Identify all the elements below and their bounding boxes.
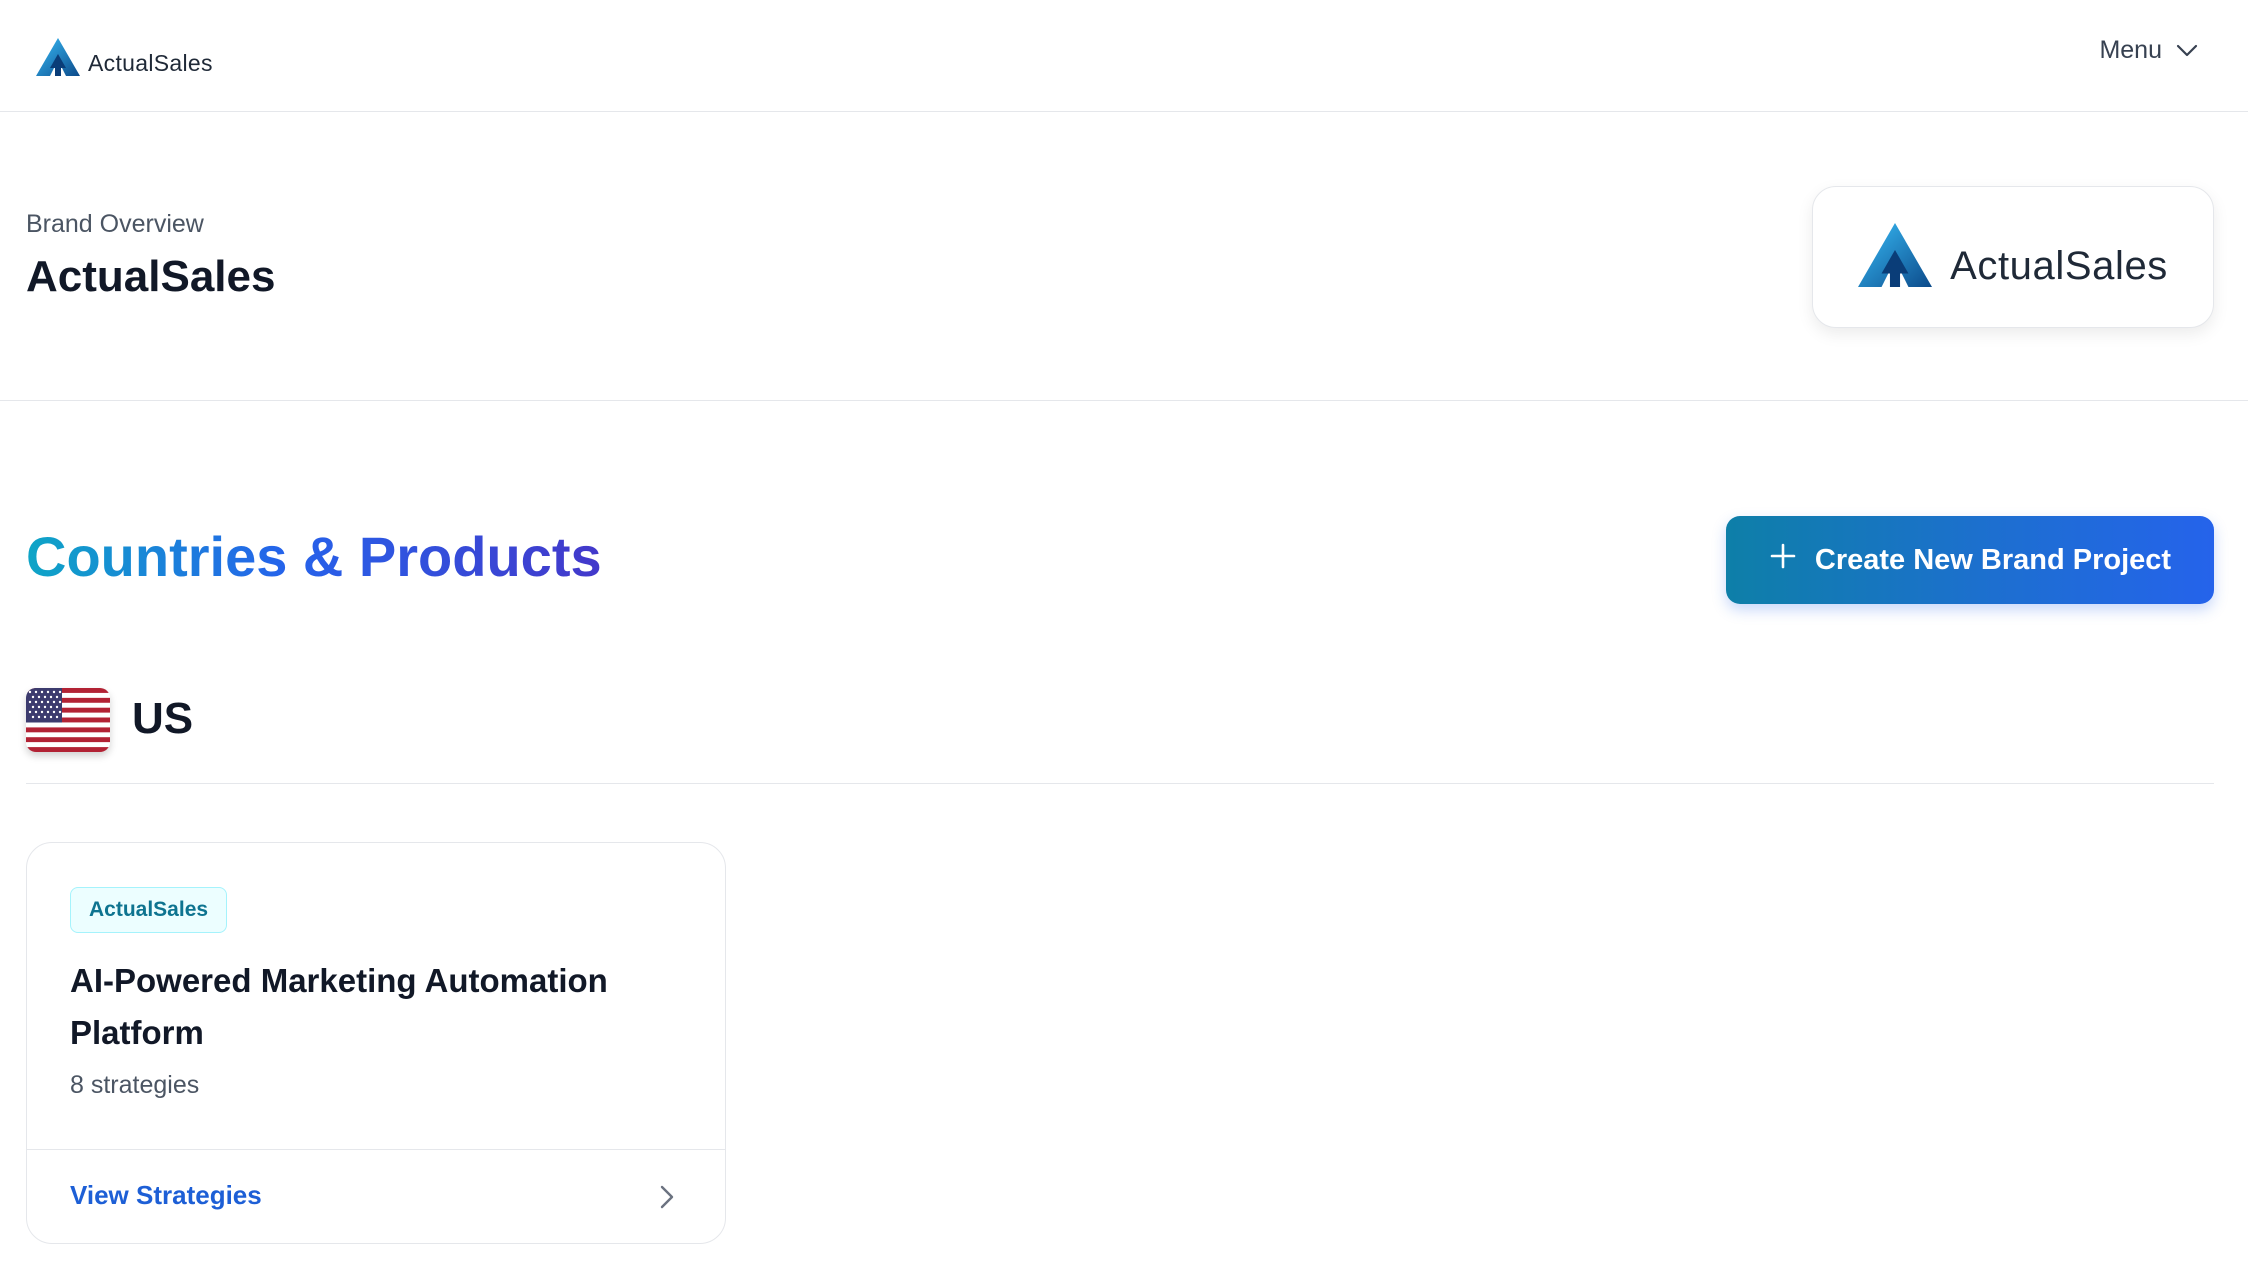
menu-button[interactable]: Menu	[2099, 36, 2198, 65]
page: ActualSales Menu Brand Overview ActualSa…	[0, 0, 2248, 1284]
create-new-brand-project-button[interactable]: Create New Brand Project	[1726, 516, 2214, 604]
section-title: Countries & Products	[26, 525, 602, 588]
top-navigation: ActualSales Menu	[0, 0, 2248, 112]
product-card[interactable]: ActualSales AI-Powered Marketing Automat…	[26, 842, 726, 1244]
actualsales-logo-icon	[36, 37, 80, 76]
actualsales-logo-icon	[1858, 222, 1933, 292]
nav-brand[interactable]: ActualSales	[36, 36, 213, 77]
brand-logo-card: ActualSales	[1812, 186, 2214, 328]
logo-card-text: ActualSales	[1950, 243, 2168, 288]
menu-label: Menu	[2099, 36, 2162, 64]
brand-header: Brand Overview ActualSales ActualSales	[0, 112, 2248, 401]
product-name: AI-Powered Marketing Automation Platform	[70, 962, 608, 1051]
us-flag-icon	[26, 688, 110, 752]
brand-badge: ActualSales	[70, 887, 228, 933]
country-name: US	[132, 694, 194, 743]
country-header-us: US	[26, 688, 2214, 784]
strategy-count: 8 strategies	[70, 1071, 200, 1099]
page-title: ActualSales	[26, 252, 276, 301]
chevron-down-icon	[2176, 36, 2198, 65]
chevron-right-icon[interactable]	[659, 1184, 675, 1215]
product-card-footer[interactable]: View Strategies	[27, 1149, 725, 1243]
create-button-label: Create New Brand Project	[1814, 543, 2172, 576]
plus-icon	[1769, 542, 1797, 578]
nav-brand-name: ActualSales	[88, 50, 213, 76]
view-strategies-link[interactable]: View Strategies	[70, 1180, 262, 1211]
breadcrumb: Brand Overview	[26, 210, 204, 238]
